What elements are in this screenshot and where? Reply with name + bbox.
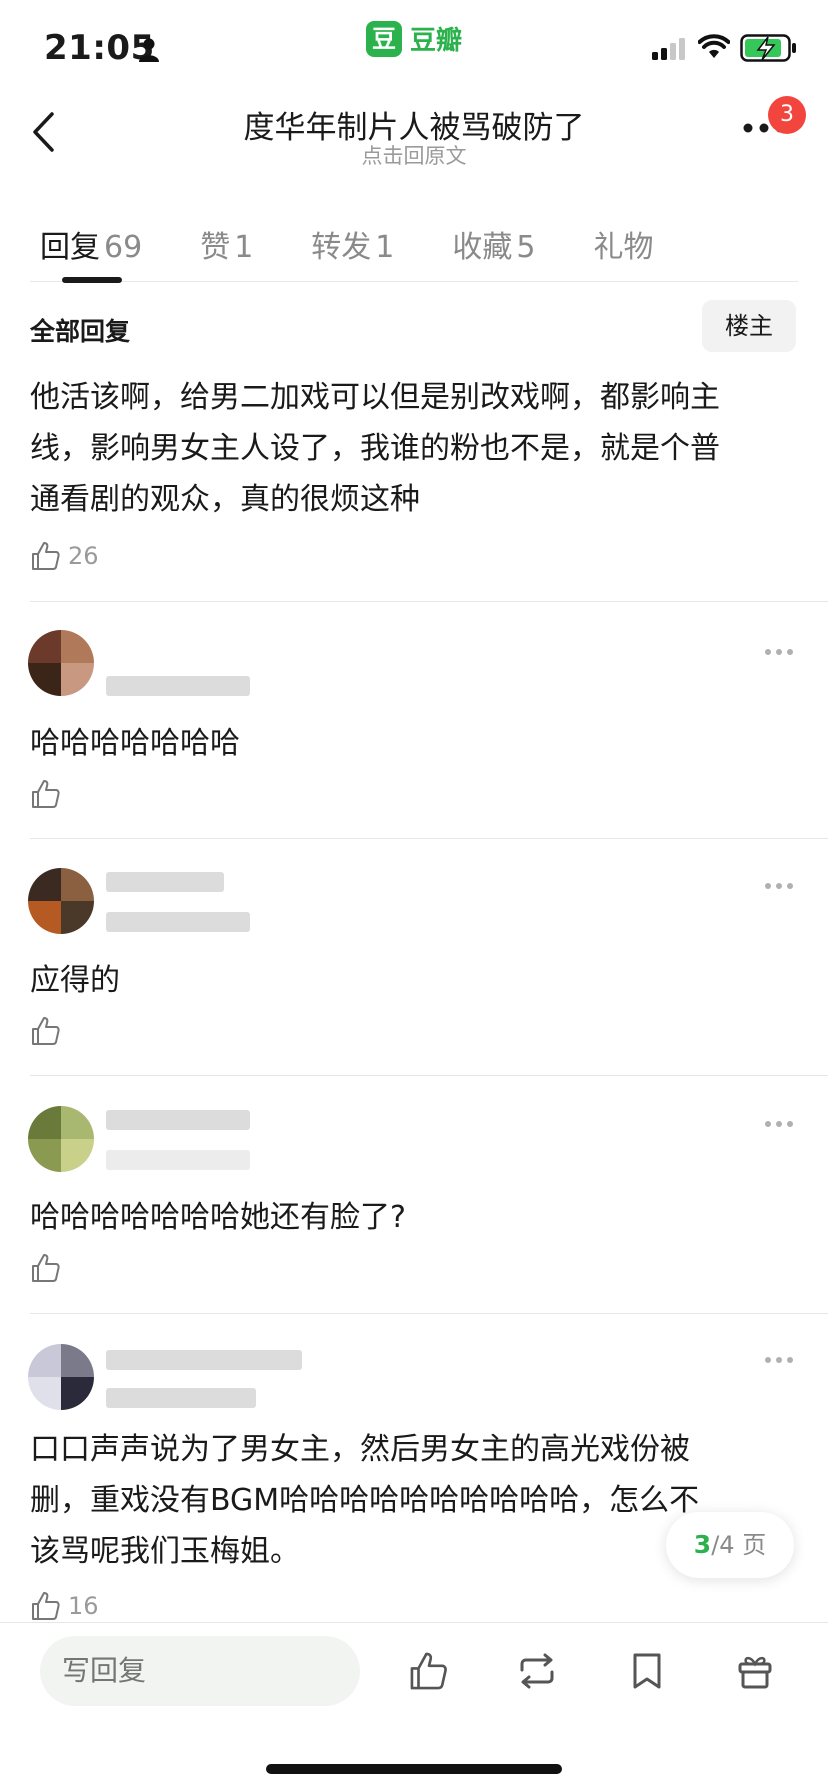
thumbs-up-icon (32, 542, 60, 570)
tab-bar: 回复 69 赞1 转发 1 收藏 5 礼物 (40, 222, 711, 266)
section-label: 全部回复 (30, 317, 131, 346)
douban-logo-icon: 豆 (366, 20, 402, 57)
notification-badge: 3 (768, 96, 806, 134)
cellular-signal-icon (652, 38, 685, 60)
tabs-divider (30, 281, 798, 282)
op-only-button[interactable]: 楼主 (702, 300, 796, 352)
more-options-icon[interactable] (764, 1356, 794, 1364)
divider (30, 601, 828, 602)
tab-label: 转发 (311, 230, 372, 265)
tab-reposts[interactable]: 转发 1 (311, 222, 394, 266)
like-button[interactable] (30, 1252, 62, 1284)
username-blurred[interactable] (106, 1110, 250, 1130)
like-button[interactable] (30, 778, 62, 810)
repost-icon[interactable] (516, 1650, 558, 1692)
thumbs-up-icon (32, 1254, 60, 1282)
user-meta-blurred (106, 912, 250, 932)
tab-collections[interactable]: 收藏 5 (452, 222, 535, 266)
thumbs-up-icon (32, 1592, 60, 1620)
avatar[interactable] (28, 1106, 94, 1172)
bottom-bar-border (0, 1622, 828, 1623)
tab-label: 礼物 (593, 230, 654, 265)
avatar[interactable] (28, 630, 94, 696)
more-options-icon[interactable] (764, 648, 794, 656)
more-options-icon[interactable] (764, 882, 794, 890)
back-to-original-link[interactable]: 点击回原文 (0, 140, 828, 170)
current-page: 3 (693, 1530, 712, 1559)
text-line: 通看剧的观众，真的很烦这种 (30, 482, 420, 517)
tab-count: 1 (375, 230, 395, 265)
reply-text: 应得的 (30, 963, 120, 998)
tab-replies[interactable]: 回复 69 (40, 222, 142, 266)
tab-gifts[interactable]: 礼物 (593, 222, 653, 266)
like-count: 16 (68, 1592, 99, 1620)
divider (30, 838, 828, 839)
home-indicator[interactable] (266, 1764, 562, 1774)
tab-label: 收藏 (452, 230, 513, 265)
reply-text: 哈哈哈哈哈哈哈 (30, 726, 240, 761)
tab-count: 69 (104, 230, 143, 265)
like-button[interactable] (30, 1015, 62, 1047)
more-options-icon[interactable] (764, 1120, 794, 1128)
username-blurred[interactable] (106, 676, 250, 696)
active-tab-indicator (62, 277, 122, 283)
total-pages: /4 页 (711, 1531, 767, 1559)
tab-count: 1 (234, 230, 254, 265)
divider (30, 1075, 828, 1076)
tab-label: 赞 (200, 230, 231, 265)
like-button[interactable]: 26 (30, 540, 99, 572)
reply-input[interactable] (40, 1636, 360, 1706)
tab-label: 回复 (40, 230, 100, 265)
text-line: 口口声声说为了男女主，然后男女主的高光戏份被 (30, 1432, 690, 1467)
bookmark-icon[interactable] (626, 1650, 668, 1692)
app-brand: 豆 豆瓣 (366, 20, 462, 57)
text-line: 线，影响男女主人设了，我谁的粉也不是，就是个普 (30, 431, 720, 466)
app-name: 豆瓣 (410, 26, 463, 56)
gift-icon[interactable] (734, 1650, 776, 1692)
user-meta-blurred (106, 1388, 256, 1408)
tab-count: 5 (516, 230, 536, 265)
thumbs-up-icon (32, 780, 60, 808)
divider (30, 1313, 828, 1314)
like-button[interactable]: 16 (30, 1590, 99, 1622)
person-icon (139, 38, 159, 62)
text-line: 他活该啊，给男二加戏可以但是别改戏啊，都影响主 (30, 380, 720, 415)
thumbs-up-icon (32, 1017, 60, 1045)
page-indicator[interactable]: 3/4 页 (666, 1512, 794, 1578)
op-post-text: 他活该啊，给男二加戏可以但是别改戏啊，都影响主 线，影响男女主人设了，我谁的粉也… (30, 372, 800, 525)
username-blurred[interactable] (106, 872, 224, 892)
reply-text: 哈哈哈哈哈哈哈她还有脸了? (30, 1200, 406, 1235)
like-count: 26 (68, 542, 99, 570)
avatar[interactable] (28, 1344, 94, 1410)
thumbs-up-icon[interactable] (408, 1650, 450, 1692)
wifi-icon (698, 34, 730, 58)
avatar[interactable] (28, 868, 94, 934)
tab-likes[interactable]: 赞1 (200, 222, 253, 266)
username-blurred[interactable] (106, 1350, 302, 1370)
user-meta-blurred (106, 1150, 250, 1170)
battery-charging-icon (740, 34, 796, 62)
